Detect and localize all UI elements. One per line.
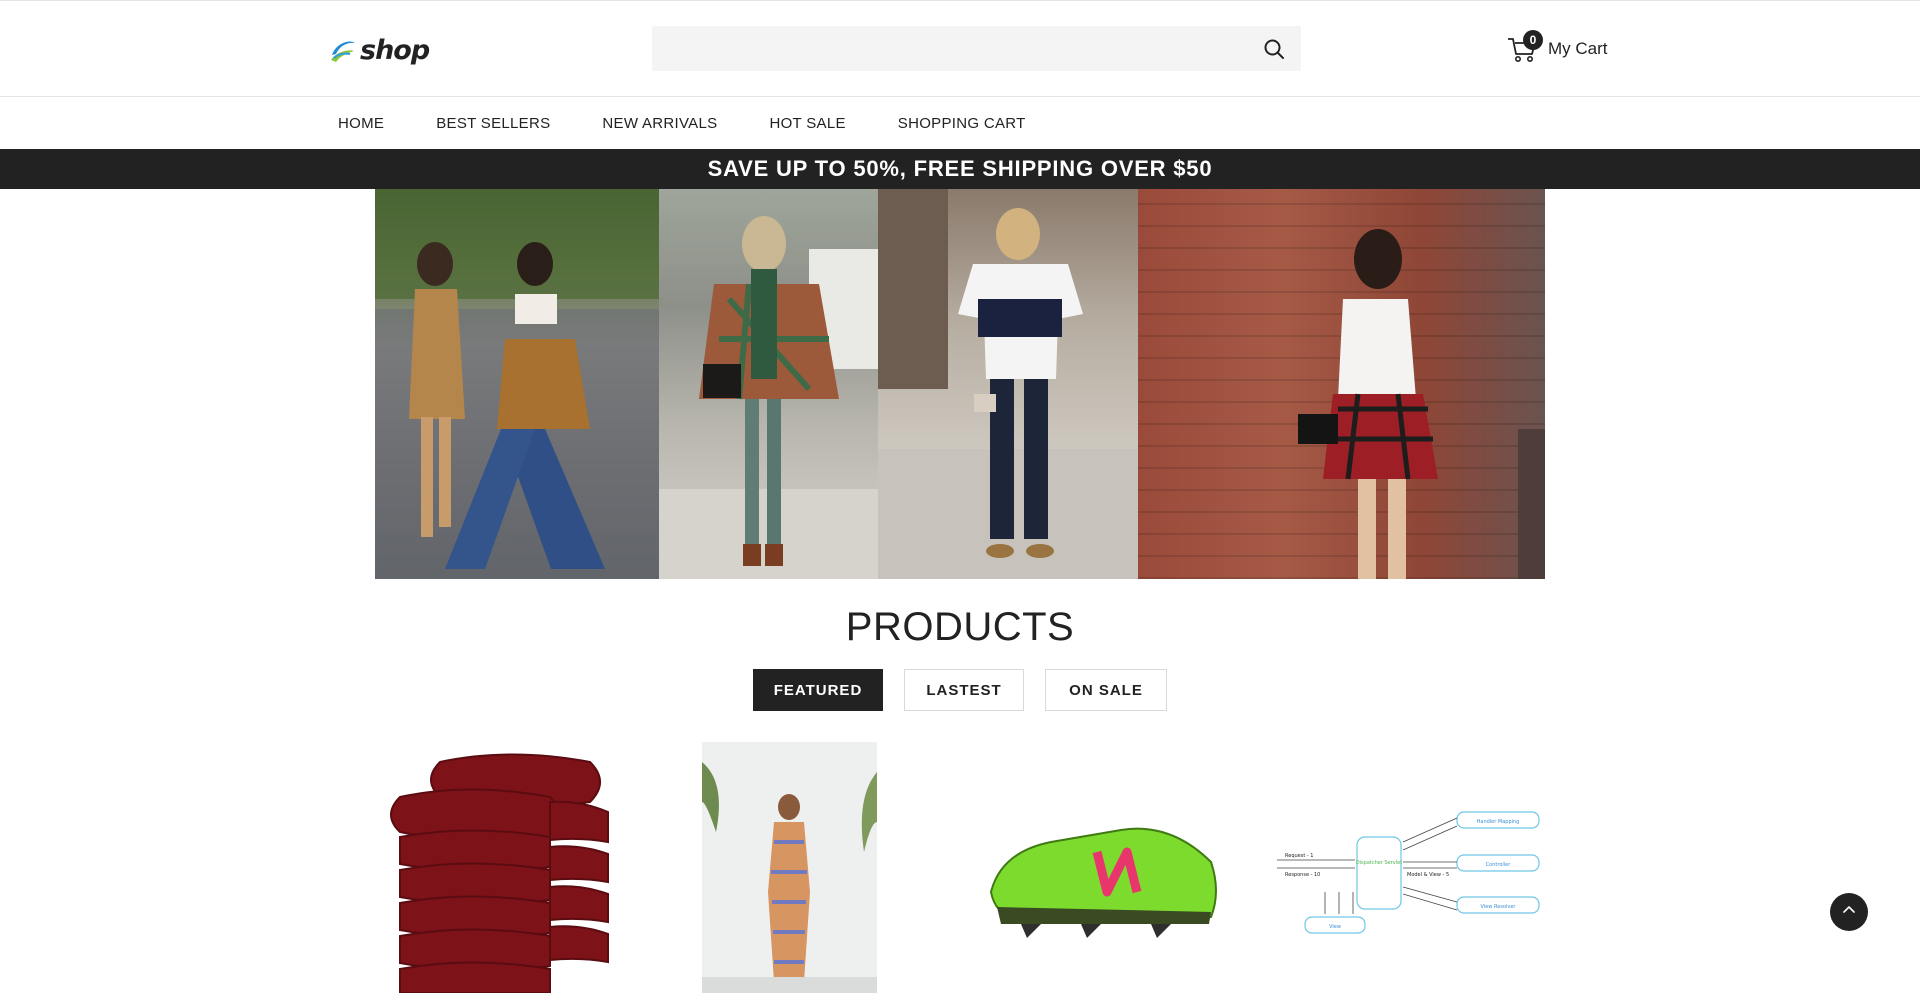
- diagram-controller-label: Controller: [1485, 862, 1511, 868]
- site-header: shop 0 My Cart: [0, 0, 1920, 97]
- product-card-printed-dress[interactable]: [676, 742, 950, 993]
- product-image-cleats: [989, 827, 1217, 938]
- shopping-cart-icon: 0: [1506, 30, 1543, 65]
- product-image-diagram: Dispatcher Servlet Handler Mapping Contr…: [1276, 811, 1540, 934]
- diagram-handler-label: Handler Mapping: [1476, 819, 1519, 825]
- logo-swoosh-icon: [328, 35, 358, 65]
- diagram-request-label: Request - 1: [1285, 853, 1313, 859]
- hero-banner[interactable]: [375, 189, 1545, 579]
- product-card-green-cleats[interactable]: [971, 742, 1245, 993]
- diagram-response-label: Response - 10: [1285, 872, 1320, 878]
- diagram-view-label: View: [1329, 924, 1341, 930]
- nav-item-hot-sale[interactable]: HOT SALE: [769, 115, 845, 132]
- cart-button[interactable]: 0 My Cart: [1506, 29, 1608, 69]
- cart-count-badge: 0: [1523, 30, 1543, 50]
- search-input[interactable]: [652, 26, 1301, 71]
- diagram-model-label: Model & View - 5: [1407, 872, 1449, 878]
- product-grid: Dispatcher Servlet Handler Mapping Contr…: [380, 742, 1540, 993]
- product-card-spring-mvc-diagram[interactable]: Dispatcher Servlet Handler Mapping Contr…: [1267, 742, 1541, 993]
- promo-text: SAVE UP TO 50%, FREE SHIPPING OVER $50: [707, 156, 1213, 181]
- banner-photo-striped-tee: [878, 189, 1138, 579]
- banner-photo-street-duo: [375, 189, 659, 579]
- back-to-top-button[interactable]: [1830, 893, 1868, 931]
- nav-item-home[interactable]: HOME: [338, 115, 384, 132]
- diagram-view-resolver-label: View Resolver: [1480, 904, 1516, 910]
- nav-item-new-arrivals[interactable]: NEW ARRIVALS: [602, 115, 717, 132]
- product-card-chair-cushions[interactable]: [380, 742, 654, 993]
- banner-photo-plaid-poncho: [659, 189, 878, 579]
- diagram-center-label: Dispatcher Servlet: [1355, 860, 1401, 866]
- banner-photo-plaid-skirt: [1138, 189, 1545, 579]
- search-icon[interactable]: [1263, 38, 1285, 60]
- nav-item-shopping-cart[interactable]: SHOPPING CART: [898, 115, 1026, 132]
- product-tabs: FEATURED LASTEST ON SALE: [0, 669, 1920, 711]
- logo-wordmark: shop: [360, 34, 430, 66]
- search-box: [652, 26, 1301, 71]
- site-logo[interactable]: shop: [328, 34, 430, 66]
- product-image-dress: [701, 742, 877, 993]
- chevron-up-icon: [1841, 902, 1857, 923]
- nav-item-best-sellers[interactable]: BEST SELLERS: [436, 115, 550, 132]
- promo-bar: SAVE UP TO 50%, FREE SHIPPING OVER $50: [0, 149, 1920, 189]
- tab-latest[interactable]: LASTEST: [904, 669, 1024, 711]
- tab-on-sale[interactable]: ON SALE: [1045, 669, 1167, 711]
- tab-featured[interactable]: FEATURED: [753, 669, 883, 711]
- main-navigation: HOME BEST SELLERS NEW ARRIVALS HOT SALE …: [0, 97, 1920, 149]
- cart-label: My Cart: [1548, 39, 1608, 58]
- product-image-cushions: [390, 753, 609, 993]
- products-heading: PRODUCTS: [845, 605, 1075, 649]
